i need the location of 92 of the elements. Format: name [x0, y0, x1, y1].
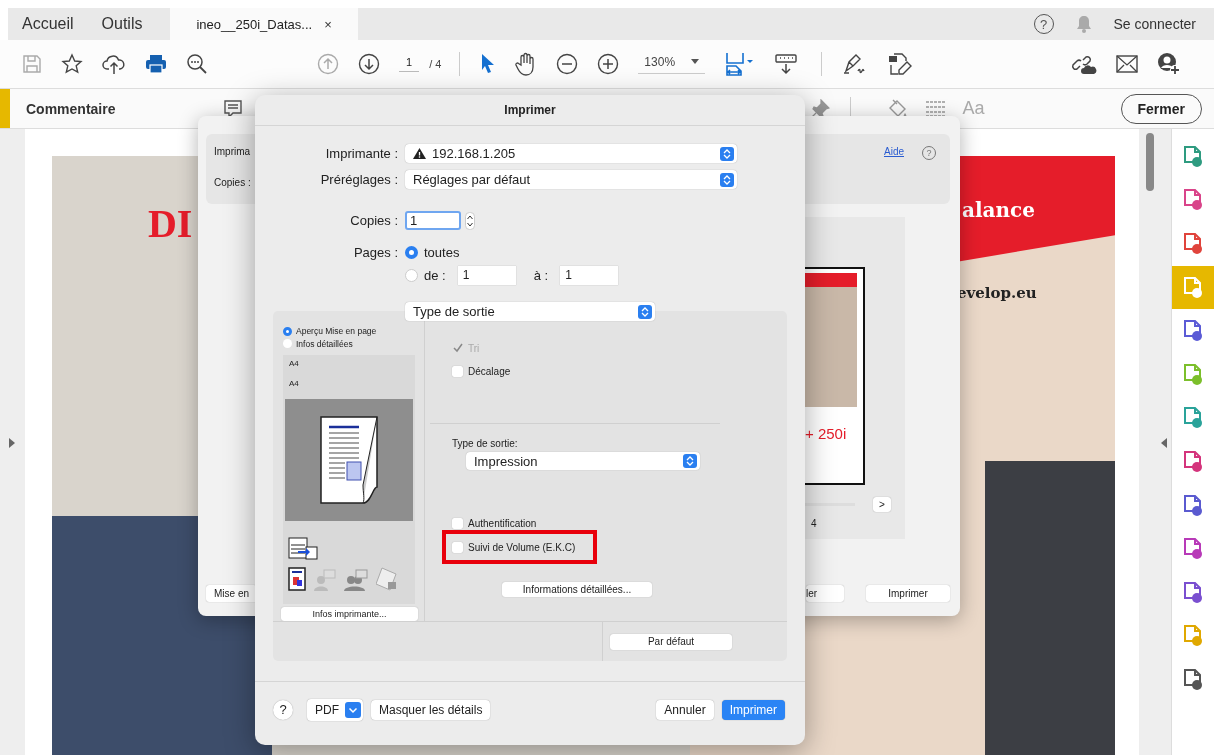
section-dropdown[interactable]: Type de sortie: [405, 302, 655, 321]
to-page-field[interactable]: 1: [560, 266, 619, 285]
mail-icon[interactable]: [1116, 55, 1138, 73]
output-type-label: Type de sortie:: [452, 438, 518, 449]
chevron-icon: [683, 454, 697, 468]
hide-details-button[interactable]: Masquer les détails: [371, 699, 491, 720]
printer-transfer-icon: [288, 536, 318, 561]
banner-text: alance: [962, 198, 1035, 222]
radio-label: de :: [424, 268, 446, 283]
print-button[interactable]: Imprimer: [721, 699, 785, 720]
radio-label: toutes: [424, 245, 460, 260]
pdf-menu-button[interactable]: PDF: [307, 698, 363, 721]
page-total: / 4: [429, 58, 442, 70]
chevron-icon: [638, 304, 652, 319]
pages-label: Pages :: [352, 245, 398, 260]
edit-document-icon[interactable]: [887, 52, 914, 76]
zoom-dropdown[interactable]: 130%: [638, 54, 706, 74]
output-type-dropdown[interactable]: Impression: [466, 452, 700, 470]
radio-button[interactable]: [283, 326, 292, 336]
scrollbar-thumb[interactable]: [1146, 133, 1155, 191]
locked-document-icon: [376, 566, 398, 591]
radio-button[interactable]: [283, 339, 292, 349]
page-number-field[interactable]: 1: [399, 56, 420, 72]
presets-dropdown[interactable]: Réglages par défaut: [405, 170, 737, 189]
user-message-icon: [314, 568, 336, 591]
thumbnail-text: + 250i: [805, 425, 848, 442]
chevron-icon: [720, 146, 734, 161]
copies-label: Copies :: [214, 177, 251, 188]
search-icon[interactable]: [186, 53, 208, 75]
caret-icon: [691, 59, 700, 64]
chevron-icon: [345, 701, 361, 718]
document-tab-title: ineo__250i_Datas...: [196, 16, 313, 32]
cancel-button[interactable]: ler: [806, 585, 844, 602]
paper-size-label: A4: [288, 378, 300, 390]
copies-label: Copies :: [349, 213, 398, 228]
document-tab[interactable]: ineo__250i_Datas... ×: [170, 8, 358, 40]
close-tab-button[interactable]: ×: [324, 16, 332, 32]
printer-label: Imprimante :: [324, 146, 398, 161]
cloud-upload-icon[interactable]: [102, 53, 126, 75]
stepper-icon[interactable]: [465, 211, 475, 230]
radio-button[interactable]: [405, 246, 418, 259]
add-user-icon[interactable]: [1157, 52, 1181, 76]
document-icon: [288, 566, 306, 591]
page-count: 4: [811, 518, 817, 529]
warning-icon: [413, 148, 426, 159]
comment-icon[interactable]: [223, 98, 244, 119]
radio-label: Infos détaillées: [296, 338, 353, 349]
headline-text: DI: [148, 200, 193, 247]
help-button[interactable]: ?: [273, 699, 293, 720]
scroll-mode-icon[interactable]: [774, 53, 799, 75]
zoom-out-icon[interactable]: [556, 53, 579, 75]
page-setup-button[interactable]: Mise en: [206, 585, 257, 602]
details-button[interactable]: Informations détaillées...: [502, 582, 652, 597]
print-button[interactable]: Imprimer: [866, 585, 950, 602]
radio-label: Aperçu Mise en page: [296, 326, 377, 337]
expand-left-icon[interactable]: [9, 437, 16, 448]
comment-panel-title: Commentaire: [26, 100, 116, 117]
chevron-icon: [720, 172, 734, 187]
checkbox-label: Décalage: [468, 365, 511, 377]
sign-in-link[interactable]: Se connecter: [1113, 16, 1196, 32]
users-message-icon: [344, 568, 368, 591]
printer-label: Imprima: [214, 146, 251, 157]
website-text: evelop.eu: [957, 284, 1037, 302]
checkbox-label: Suivi de Volume (E.K.C): [468, 541, 576, 553]
printer-info-button[interactable]: Infos imprimante...: [281, 606, 418, 621]
printer-dropdown[interactable]: 192.168.1.205: [405, 144, 737, 163]
default-button[interactable]: Par défaut: [610, 633, 732, 650]
next-page-icon[interactable]: [358, 53, 380, 75]
from-page-field[interactable]: 1: [457, 266, 516, 285]
line-style-icon[interactable]: [924, 99, 947, 118]
radio-button[interactable]: [405, 269, 418, 282]
collapse-right-icon[interactable]: [1161, 437, 1168, 448]
app-tab[interactable]: Outils: [87, 8, 157, 40]
checkbox[interactable]: [452, 365, 463, 377]
checkbox-label: Authentification: [468, 517, 537, 529]
active-panel-marker: [0, 89, 10, 128]
app-tab[interactable]: Accueil: [8, 8, 88, 40]
fit-page-icon[interactable]: [725, 51, 756, 77]
next-page-button[interactable]: >: [873, 497, 891, 512]
copies-field[interactable]: 1: [405, 211, 461, 230]
checkbox[interactable]: [452, 517, 463, 529]
paper-size-label: A4: [288, 358, 300, 370]
cancel-button[interactable]: Annuler: [656, 699, 714, 720]
print-icon[interactable]: [145, 54, 167, 74]
dialog-title: Imprimer: [255, 95, 805, 126]
zoom-in-icon[interactable]: [597, 53, 620, 75]
presets-label: Préréglages :: [319, 172, 398, 187]
checkbox[interactable]: [452, 541, 463, 553]
help-link[interactable]: Aide: [884, 146, 904, 157]
to-label: à :: [533, 268, 549, 283]
star-icon[interactable]: [61, 53, 83, 75]
link-cloud-icon[interactable]: [1071, 53, 1097, 75]
